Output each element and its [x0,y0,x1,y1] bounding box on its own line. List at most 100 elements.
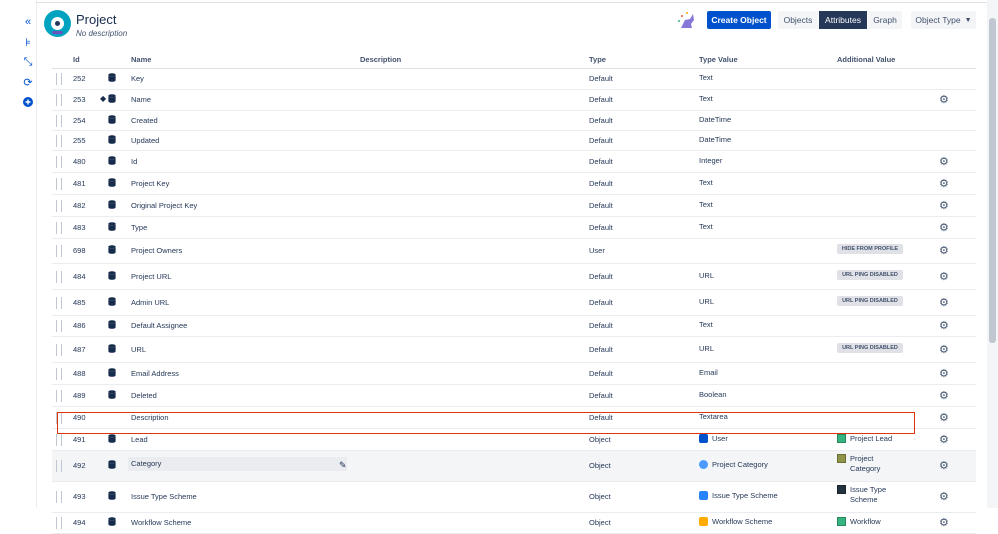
gear-icon[interactable]: ⚙ [939,199,949,212]
gear-icon[interactable]: ⚙ [939,221,949,234]
column-header-id[interactable]: Id [73,55,80,64]
column-header-name[interactable]: Name [131,55,151,64]
type-value-label[interactable]: Workflow Scheme [712,517,772,526]
drag-handle-icon[interactable] [56,412,62,424]
column-header-type[interactable]: Type [589,55,606,64]
drag-handle-icon[interactable] [56,390,62,402]
gear-icon[interactable]: ⚙ [939,244,949,257]
table-row[interactable]: 481 Project Key Default Text ⚙ [52,173,976,195]
tab-objects[interactable]: Objects [778,11,818,29]
drag-handle-icon[interactable] [56,271,62,283]
type-value-label[interactable]: User [712,434,728,443]
gear-icon[interactable]: ⚙ [939,93,949,106]
gear-icon[interactable]: ⚙ [939,389,949,402]
gear-icon[interactable]: ⚙ [939,177,949,190]
attribute-name[interactable]: Key [131,74,144,83]
table-row[interactable]: 491 Lead Object User Project Lead ⚙ [52,429,976,451]
drag-handle-icon[interactable] [56,73,62,85]
attribute-name[interactable]: Category [128,457,347,471]
attribute-name[interactable]: Project URL [131,272,171,281]
table-row[interactable]: 252 Key Default Text [52,69,976,90]
attribute-name[interactable]: Lead [131,435,148,444]
table-row[interactable]: 488 Email Address Default Email ⚙ [52,363,976,385]
attribute-name[interactable]: Updated [131,136,159,145]
attribute-name[interactable]: Admin URL [131,298,169,307]
shrink-icon[interactable]: ⤡ [21,55,35,69]
vertical-scrollbar[interactable] [987,0,998,508]
drag-handle-icon[interactable] [56,178,62,190]
attribute-name[interactable]: Deleted [131,391,157,400]
table-row[interactable]: 494 Workflow Scheme Object Workflow Scheme W… [52,513,976,534]
unicorn-icon[interactable] [676,10,698,32]
table-row[interactable]: 486 Default Assignee Default Text ⚙ [52,316,976,337]
column-header-additional-value[interactable]: Additional Value [837,55,895,64]
attribute-name[interactable]: Description [131,413,169,422]
table-row[interactable]: 482 Original Project Key Default Text ⚙ [52,195,976,217]
gear-icon[interactable]: ⚙ [939,343,949,356]
table-row[interactable]: 254 Created Default DateTime [52,111,976,131]
type-value-label[interactable]: Project Category [712,460,768,469]
gear-icon[interactable]: ⚙ [939,319,949,332]
column-header-type-value[interactable]: Type Value [699,55,738,64]
gear-icon[interactable]: ⚙ [939,433,949,446]
attribute-name[interactable]: Name [131,95,151,104]
attribute-name[interactable]: Email Address [131,369,179,378]
add-icon[interactable] [21,95,35,109]
gear-icon[interactable]: ⚙ [939,367,949,380]
attribute-name[interactable]: Project Owners [131,246,182,255]
object-type-dropdown[interactable]: Object Type ▼ [911,11,976,29]
table-row[interactable]: 484 Project URL Default URL URL PING DISABLE… [52,264,976,290]
drag-handle-icon[interactable] [56,297,62,309]
drag-handle-icon[interactable] [56,94,62,106]
attribute-name[interactable]: Original Project Key [131,201,197,210]
drag-handle-icon[interactable] [56,156,62,168]
edit-pencil-icon[interactable]: ✎ [339,460,347,471]
attribute-name[interactable]: Created [131,116,158,125]
gear-icon[interactable]: ⚙ [939,155,949,168]
drag-handle-icon[interactable] [56,460,62,472]
gear-icon[interactable]: ⚙ [939,296,949,309]
collapse-icon[interactable]: « [21,15,35,29]
create-object-button[interactable]: Create Object [707,11,771,29]
table-row[interactable]: 483 Type Default Text ⚙ [52,217,976,239]
drag-handle-icon[interactable] [56,344,62,356]
drag-handle-icon[interactable] [56,368,62,380]
table-row[interactable]: 698 Project Owners User HIDE FROM PROFILE ⚙ [52,239,976,264]
table-row[interactable]: 490 Description Default Textarea ⚙ [52,407,976,429]
attribute-name[interactable]: URL [131,345,146,354]
attribute-name[interactable]: Default Assignee [131,321,187,330]
drag-handle-icon[interactable] [56,115,62,127]
gear-icon[interactable]: ⚙ [939,411,949,424]
table-row[interactable]: 493 Issue Type Scheme Object Issue Type Sch… [52,482,976,513]
table-row[interactable]: 487 URL Default URL URL PING DISABLED ⚙ [52,337,976,363]
attribute-name[interactable]: Type [131,223,147,232]
gear-icon[interactable]: ⚙ [939,270,949,283]
drag-handle-icon[interactable] [56,222,62,234]
drag-handle-icon[interactable] [56,200,62,212]
attribute-name[interactable]: Issue Type Scheme [131,492,197,501]
refresh-icon[interactable]: ⟳ [21,75,35,89]
table-row[interactable]: 492 Category ✎ Object Project Category Projec… [52,451,976,482]
tab-graph[interactable]: Graph [868,11,902,29]
tab-attributes[interactable]: Attributes [819,11,867,29]
table-row[interactable]: 480 Id Default Integer ⚙ [52,151,976,173]
drag-handle-icon[interactable] [56,491,62,503]
table-row[interactable]: 489 Deleted Default Boolean ⚙ [52,385,976,407]
drag-handle-icon[interactable] [56,135,62,147]
drag-handle-icon[interactable] [56,434,62,446]
attribute-name[interactable]: Workflow Scheme [131,518,191,527]
table-row[interactable]: 253 ◆ Name Default Text ⚙ [52,90,976,111]
gear-icon[interactable]: ⚙ [939,459,949,472]
table-row[interactable]: 485 Admin URL Default URL URL PING DISABLED ⚙ [52,290,976,316]
attribute-name[interactable]: Id [131,157,137,166]
drag-handle-icon[interactable] [56,517,62,529]
attribute-name[interactable]: Project Key [131,179,169,188]
hierarchy-icon[interactable]: ⊧ [21,35,35,49]
type-value-label[interactable]: Issue Type Scheme [712,491,778,500]
drag-handle-icon[interactable] [56,320,62,332]
gear-icon[interactable]: ⚙ [939,490,949,503]
table-row[interactable]: 255 Updated Default DateTime [52,131,976,151]
column-header-description[interactable]: Description [360,55,401,64]
gear-icon[interactable]: ⚙ [939,516,949,529]
drag-handle-icon[interactable] [56,245,62,257]
